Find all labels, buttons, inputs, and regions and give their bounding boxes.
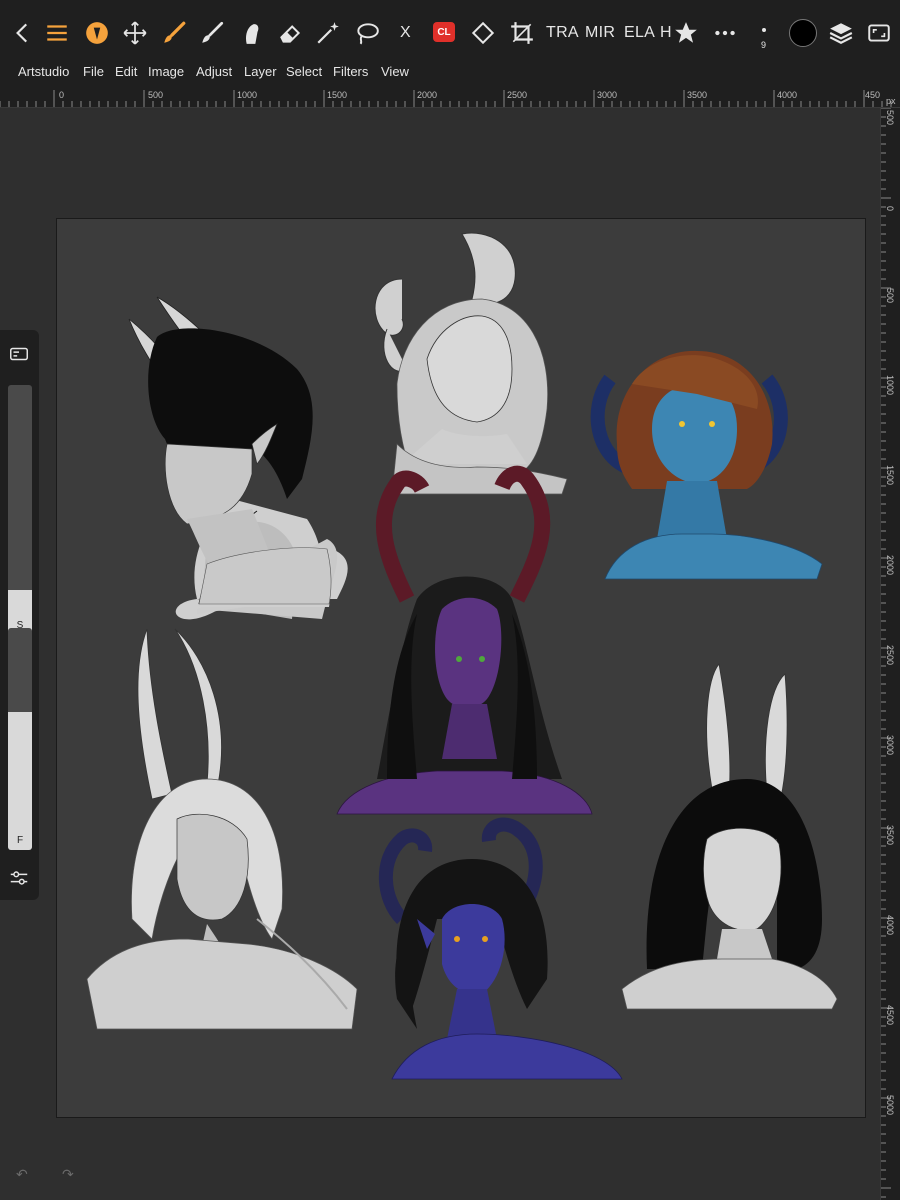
ruler-label: 1000 <box>237 90 258 100</box>
menu-view[interactable]: View <box>381 64 409 79</box>
clipping-badge[interactable]: CL <box>433 22 455 42</box>
crop-icon[interactable] <box>505 16 539 50</box>
brush-slider-panel: S F <box>0 330 39 900</box>
ruler-label: 4000 <box>885 915 895 936</box>
color-swatch[interactable] <box>789 19 817 47</box>
indigo-demon-curly-hair <box>378 817 623 1080</box>
smudge-finger-icon[interactable] <box>234 16 268 50</box>
layers-icon[interactable] <box>824 16 858 50</box>
brush-flow-slider-fill <box>8 712 32 850</box>
ruler-label: 3000 <box>885 735 895 756</box>
ruler-unit: px <box>886 96 896 106</box>
lasso-icon[interactable] <box>350 16 384 50</box>
brush-size-dot <box>762 28 766 32</box>
ruler-label: 4000 <box>777 90 798 100</box>
magic-wand-icon[interactable] <box>311 16 345 50</box>
horizontal-ruler: 0 500 1000 1500 2000 2500 3000 3500 4000… <box>0 84 900 108</box>
menu-edit[interactable]: Edit <box>115 64 137 79</box>
ruler-label: 3500 <box>885 825 895 846</box>
menu-select[interactable]: Select <box>286 64 322 79</box>
ruler-label: 500 <box>148 90 164 100</box>
eraser-icon[interactable] <box>273 16 307 50</box>
ruler-label: 3000 <box>597 90 618 100</box>
transform-text-button[interactable]: TRA <box>546 24 579 42</box>
top-toolbar: X CL TRA MIR ELA H 9 <box>0 0 900 64</box>
menu-filters[interactable]: Filters <box>333 64 368 79</box>
menu-layer[interactable]: Layer <box>244 64 277 79</box>
brush-flow-slider[interactable]: F <box>8 628 32 850</box>
horizontal-ruler-ticks <box>0 90 892 107</box>
ruler-label: 3500 <box>687 90 708 100</box>
sketch-horned-dark-hair <box>128 296 348 620</box>
ruler-label: 500 <box>885 288 895 304</box>
ruler-label: 5000 <box>885 1095 895 1116</box>
sketch-long-horns-hair-over-eye <box>86 628 358 1030</box>
smudge-brush-icon[interactable] <box>195 16 229 50</box>
menu-icon[interactable] <box>40 16 74 50</box>
ruler-label: 4500 <box>885 1005 895 1026</box>
undo-button[interactable]: ↶ <box>16 1166 28 1183</box>
ruler-label: 2000 <box>885 555 895 576</box>
menu-bar: Artstudio File Edit Image Adjust Layer S… <box>0 62 900 84</box>
ruler-label: 1000 <box>885 375 895 396</box>
ruler-label: 500 <box>885 110 895 126</box>
ruler-label: 1500 <box>327 90 348 100</box>
back-icon[interactable] <box>6 16 40 50</box>
brush-size-slider[interactable]: S <box>8 385 32 635</box>
menu-image[interactable]: Image <box>148 64 184 79</box>
ruler-label: 0 <box>885 206 895 212</box>
ruler-label: 1500 <box>885 465 895 486</box>
brush-flow-slider-label: F <box>16 835 24 846</box>
close-selection-button[interactable]: X <box>400 24 411 42</box>
sketch-ram-horns-woman <box>374 232 568 495</box>
ruler-label: 0 <box>59 90 65 100</box>
menu-file[interactable]: File <box>83 64 104 79</box>
brush-picker-icon[interactable] <box>80 16 114 50</box>
purple-demon-long-hair <box>336 465 593 815</box>
redo-button[interactable]: ↷ <box>62 1166 74 1183</box>
brush-size-value: 9 <box>761 40 767 50</box>
brush-size-indicator[interactable]: 9 <box>752 22 776 52</box>
ruler-label: 2000 <box>417 90 438 100</box>
star-icon[interactable] <box>669 16 703 50</box>
vertical-ruler: 500 0 500 1000 1500 2000 2500 3000 3500 … <box>880 108 900 1200</box>
menu-adjust[interactable]: Adjust <box>196 64 232 79</box>
more-options-icon[interactable] <box>708 16 742 50</box>
menu-artstudio[interactable]: Artstudio <box>18 64 69 79</box>
transform-icon[interactable] <box>466 16 500 50</box>
ruler-label: 450 <box>865 90 881 100</box>
move-icon[interactable] <box>118 16 152 50</box>
blue-demon-woman <box>590 350 823 580</box>
paint-brush-icon[interactable] <box>157 16 191 50</box>
eraser-text-button[interactable]: ELA <box>624 24 655 42</box>
drawing-canvas[interactable] <box>56 218 866 1118</box>
adjust-sliders-icon[interactable] <box>3 862 35 894</box>
artwork <box>86 232 838 1080</box>
ruler-label: 2500 <box>885 645 895 666</box>
sketch-long-horns-black-hair <box>621 663 838 1010</box>
fullscreen-icon[interactable] <box>862 16 896 50</box>
ruler-label: 2500 <box>507 90 528 100</box>
mirror-text-button[interactable]: MIR <box>585 24 615 42</box>
brush-settings-icon[interactable] <box>3 338 35 370</box>
